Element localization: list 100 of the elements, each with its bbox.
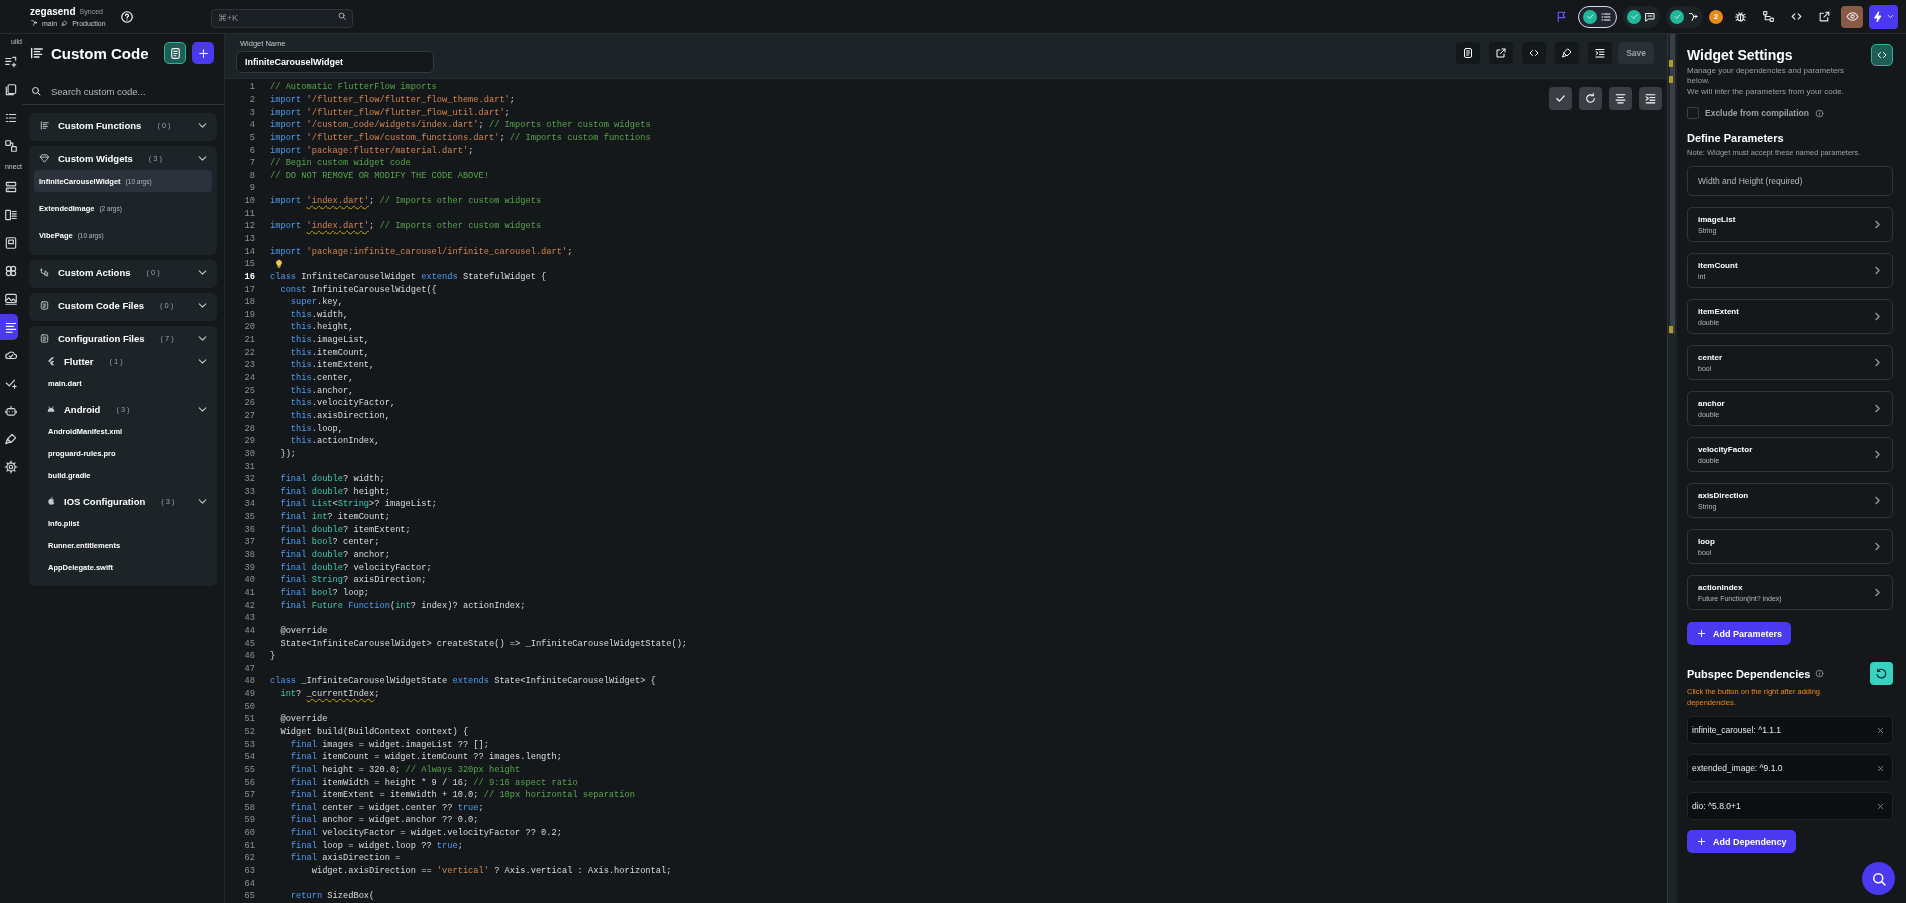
- group-title[interactable]: Android: [64, 403, 101, 415]
- code-line: final double? width;: [279, 474, 385, 485]
- close-icon: [1875, 801, 1885, 811]
- branch-icon: [30, 19, 38, 27]
- section-title[interactable]: Configuration Files: [58, 332, 145, 344]
- remove-button[interactable]: [1875, 725, 1885, 736]
- line-number: 34: [243, 499, 255, 510]
- document-icon: [1462, 47, 1475, 59]
- code-line: final String? axisDirection;: [279, 575, 427, 586]
- collaborator-button[interactable]: [1578, 5, 1617, 28]
- document-icon: [168, 46, 182, 60]
- line-number: 33: [243, 486, 255, 497]
- code-line: this.anchor,: [289, 385, 354, 396]
- close-icon: [1875, 725, 1885, 735]
- code-button[interactable]: [1522, 42, 1547, 64]
- check-button[interactable]: [1549, 87, 1572, 110]
- refresh-button[interactable]: [1579, 87, 1602, 110]
- android-icon: [46, 404, 56, 414]
- code-line: int? _currentIndex;: [279, 689, 380, 700]
- wrench-button[interactable]: [1555, 42, 1580, 64]
- code-line: // DO NOT REMOVE OR MODIFY THE CODE ABOVE!: [270, 170, 489, 181]
- branch-icon: [1687, 10, 1699, 23]
- line-number: 23: [243, 360, 255, 371]
- dependency-field[interactable]: extended_image: ^9.1.0: [1687, 754, 1893, 783]
- code-line: final images = widget.imageList ?? [];: [289, 739, 489, 750]
- line-number: 36: [243, 524, 255, 535]
- line-number: 22: [243, 347, 255, 358]
- preview-button[interactable]: [1841, 5, 1863, 28]
- line-number: 62: [243, 853, 255, 864]
- collaborator-button[interactable]: [1666, 5, 1703, 28]
- robot-icon: [4, 404, 18, 418]
- line-number: 46: [243, 651, 255, 662]
- group-title[interactable]: IOS Configuration: [64, 495, 146, 507]
- external-link-button[interactable]: [1489, 42, 1514, 64]
- reload-button[interactable]: [1870, 662, 1893, 686]
- section-title[interactable]: Custom Actions: [58, 266, 131, 278]
- cloud-icon: [4, 348, 18, 362]
- indent-button[interactable]: [1639, 87, 1662, 110]
- line-number: 41: [243, 587, 255, 598]
- panel-title: Custom Code: [51, 44, 150, 62]
- line-number: 59: [243, 815, 255, 826]
- tree-icon: [1761, 10, 1775, 23]
- parameter-name: velocityFactor: [1698, 445, 1754, 455]
- pages-icon: [4, 83, 18, 97]
- line-number: 29: [243, 436, 255, 447]
- code-line: final Future Function(int? index)? actionIndex;: [279, 600, 526, 611]
- line-number: 7: [248, 158, 255, 169]
- code-line: this.velocityFactor,: [289, 398, 396, 409]
- line-number: 24: [243, 373, 255, 384]
- code-line: final center = widget.center ?? true;: [289, 802, 484, 813]
- remove-button[interactable]: [1875, 763, 1885, 774]
- line-number: 64: [243, 878, 255, 889]
- add-dependency-button[interactable]: Add Dependency: [1687, 830, 1796, 854]
- dependency-field[interactable]: infinite_carousel: ^1.1.1: [1687, 716, 1893, 745]
- add-button[interactable]: [192, 42, 214, 64]
- line-number: 11: [243, 208, 255, 219]
- save-button[interactable]: Save: [1618, 42, 1654, 64]
- section-title[interactable]: Custom Widgets: [58, 152, 133, 164]
- code-line: // Begin custom widget code: [270, 158, 411, 169]
- plus-icon: [1696, 628, 1707, 640]
- document-button[interactable]: [164, 42, 186, 64]
- code-line: });: [279, 448, 297, 459]
- help-icon: [119, 9, 134, 24]
- run-button[interactable]: [1869, 4, 1898, 29]
- line-number: 10: [243, 196, 255, 207]
- scrollbar-thumb[interactable]: [1670, 34, 1675, 334]
- help-button[interactable]: [119, 9, 134, 24]
- parameter-card: Width and Height (required): [1687, 166, 1893, 197]
- line-number: 55: [243, 764, 255, 775]
- section-title[interactable]: Custom Code Files: [58, 299, 145, 311]
- collaborator-button[interactable]: [1623, 5, 1660, 28]
- document-icon: [39, 332, 50, 344]
- line-number: 53: [243, 739, 255, 750]
- section-title[interactable]: Custom Functions: [58, 119, 142, 131]
- group-title[interactable]: Flutter: [64, 355, 94, 367]
- code-view-button[interactable]: [1871, 44, 1893, 66]
- format-button[interactable]: [1588, 42, 1613, 64]
- code-line: import 'package:flutter/material.dart';: [270, 145, 474, 156]
- align-center-button[interactable]: [1609, 87, 1632, 110]
- code-line: this.axisDirection,: [289, 410, 390, 421]
- line-number: 13: [243, 234, 255, 244]
- remove-button[interactable]: [1875, 801, 1885, 812]
- search-field[interactable]: ⌘+K: [210, 8, 353, 28]
- checkbox[interactable]: [1687, 107, 1699, 120]
- line-number: 27: [243, 410, 255, 421]
- widget-name-field[interactable]: InfiniteCarouselWidget: [236, 51, 434, 73]
- document-button[interactable]: [1456, 42, 1481, 64]
- code-line: State<InfiniteCarouselWidget> createState() => _InfiniteCarouselWidgetState();: [279, 638, 688, 649]
- nav-item[interactable]: [0, 314, 18, 340]
- line-number: 2: [248, 94, 255, 105]
- line-number: 19: [243, 309, 255, 320]
- code-line: final axisDirection =: [289, 853, 401, 864]
- line-number: 28: [243, 423, 255, 434]
- search-icon: [30, 85, 42, 97]
- search-field[interactable]: Search custom code...: [49, 84, 216, 98]
- parameter-name: itemCount: [1698, 261, 1739, 271]
- dependency-field[interactable]: dio: ^5.8.0+1: [1687, 792, 1893, 821]
- add-parameters-button[interactable]: Add Parameters: [1687, 622, 1792, 646]
- code-line: this.actionIndex,: [289, 436, 380, 447]
- parameter-name: loop: [1698, 537, 1716, 547]
